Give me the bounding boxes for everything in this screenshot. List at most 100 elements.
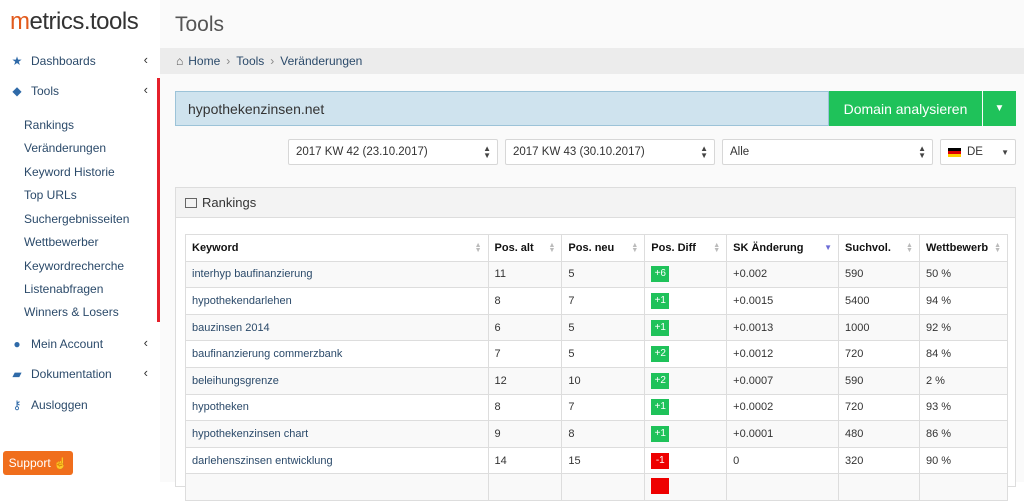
domain-analyze-button[interactable]: Domain analysieren <box>829 91 982 126</box>
germany-flag-icon <box>948 147 961 157</box>
column-header-keyword[interactable]: Keyword ▲ ▼ <box>185 234 489 262</box>
sidebar-item-dashboards[interactable]: ★ Dashboards ‹ <box>10 51 152 71</box>
pos-diff-badge: +1 <box>651 425 670 442</box>
sk-aenderung-cell: +0.0015 <box>726 287 840 315</box>
sk-aenderung-cell: +0.002 <box>726 260 840 289</box>
suchvol-cell: 720 <box>838 340 920 368</box>
main-content: Tools ⌂ Home › Tools › Veränderungen hyp… <box>160 0 1024 501</box>
keyword-cell[interactable]: hypotheken <box>185 393 489 422</box>
wettbewerb-cell <box>918 473 1009 501</box>
table-row: hypothekenzinsen chart 9 8 +1 +0.0001 48… <box>185 420 1009 448</box>
sk-aenderung-cell: +0.0002 <box>726 393 840 422</box>
support-label: Support <box>8 456 51 470</box>
sort-icon: ▲ ▼ <box>994 242 1001 254</box>
domain-search-row: hypothekenzinsen.net Domain analysieren … <box>175 91 1016 126</box>
select-arrows-icon: ▲ ▼ <box>483 144 491 160</box>
keyword-cell[interactable]: darlehenszinsen entwicklung <box>185 446 489 475</box>
table-row: darlehenszinsen entwicklung 14 15 -1 0 3… <box>185 446 1009 475</box>
sidebar-item-tools[interactable]: ◆ Tools ‹ <box>10 81 152 101</box>
pos-diff-badge <box>651 477 670 494</box>
pos-diff-cell <box>644 473 728 501</box>
sidebar-item-ausloggen[interactable]: ⚷ Ausloggen <box>10 395 152 415</box>
sidebar-subitem-keywordrecherche[interactable]: Keywordrecherche <box>24 259 124 273</box>
hand-pointer-icon: ☝ <box>53 457 68 470</box>
pos-neu-cell <box>561 473 646 501</box>
page-title: Tools <box>175 13 225 36</box>
pos-alt-cell <box>487 473 563 501</box>
sidebar-subitem-veraenderungen[interactable]: Veränderungen <box>24 141 106 155</box>
sidebar-subitem-top-urls[interactable]: Top URLs <box>24 188 77 202</box>
column-header-pos-neu[interactable]: Pos. neu ▲ ▼ <box>561 234 646 262</box>
rankings-table: Keyword ▲ ▼ Pos. alt ▲ ▼ Pos. neu ▲ ▼ Pos. Dif… <box>185 234 1009 501</box>
breadcrumb-separator-icon: › <box>270 54 275 68</box>
table-row: beleihungsgrenze 12 10 +2 +0.0007 590 2 … <box>185 366 1009 395</box>
keyword-cell[interactable] <box>185 473 489 501</box>
sidebar-subitem-winners-losers[interactable]: Winners & Losers <box>24 305 119 319</box>
column-header-sk-aenderung[interactable]: SK Änderung ▼ <box>726 234 840 262</box>
pos-alt-cell: 7 <box>487 340 563 368</box>
pos-neu-cell: 5 <box>561 260 646 289</box>
domain-input[interactable]: hypothekenzinsen.net <box>175 91 829 126</box>
select-value: 2017 KW 42 (23.10.2017) <box>296 146 428 158</box>
sort-icon: ▲ ▼ <box>713 242 721 254</box>
pos-alt-cell: 8 <box>487 393 563 422</box>
breadcrumb: ⌂ Home › Tools › Veränderungen <box>160 48 1024 74</box>
pos-diff-badge: +1 <box>651 399 670 416</box>
column-header-wettbewerb[interactable]: Wettbewerb ▲ ▼ <box>918 234 1009 262</box>
keyword-cell[interactable]: baufinanzierung commerzbank <box>185 340 489 368</box>
suchvol-cell: 5400 <box>838 287 920 315</box>
breadcrumb-home[interactable]: Home <box>188 54 220 68</box>
chevron-left-icon: ‹ <box>143 335 148 350</box>
table-row: hypothekendarlehen 8 7 +1 +0.0015 5400 9… <box>185 287 1009 315</box>
keyword-cell[interactable]: hypothekendarlehen <box>185 287 489 315</box>
column-header-pos-diff[interactable]: Pos. Diff ▲ ▼ <box>644 234 728 262</box>
select-value: 2017 KW 43 (30.10.2017) <box>513 146 645 158</box>
keyword-cell[interactable]: interhyp baufinanzierung <box>185 260 489 289</box>
table-row: hypotheken 8 7 +1 +0.0002 720 93 % <box>185 393 1009 422</box>
select-arrows-icon: ▲ ▼ <box>918 144 926 160</box>
week-new-select[interactable]: 2017 KW 43 (30.10.2017) ▲ ▼ <box>505 139 715 165</box>
pos-diff-cell: +1 <box>644 420 728 448</box>
sidebar-subitem-rankings[interactable]: Rankings <box>24 118 74 132</box>
sidebar-item-label: Dokumentation <box>31 367 112 381</box>
column-header-pos-alt[interactable]: Pos. alt ▲ ▼ <box>487 234 563 262</box>
breadcrumb-tools[interactable]: Tools <box>236 54 264 68</box>
sk-aenderung-cell: +0.0013 <box>726 313 840 342</box>
week-old-select[interactable]: 2017 KW 42 (23.10.2017) ▲ ▼ <box>288 139 498 165</box>
pos-diff-cell: +1 <box>644 287 728 315</box>
country-select[interactable]: DE ▼ <box>940 139 1016 165</box>
column-header-suchvol[interactable]: Suchvol. ▲ ▼ <box>838 234 920 262</box>
select-value: Alle <box>730 146 750 158</box>
support-button[interactable]: Support ☝ <box>3 451 73 475</box>
sidebar-item-label: Dashboards <box>31 54 96 68</box>
keyword-cell[interactable]: bauzinsen 2014 <box>185 313 489 342</box>
sidebar-subitem-keyword-historie[interactable]: Keyword Historie <box>24 165 115 179</box>
dropdown-caret-icon[interactable]: ▼ <box>983 91 1016 126</box>
keyword-cell[interactable]: beleihungsgrenze <box>185 366 489 395</box>
pos-neu-cell: 10 <box>561 366 646 395</box>
wettbewerb-cell: 92 % <box>918 313 1009 342</box>
breadcrumb-current[interactable]: Veränderungen <box>280 54 362 68</box>
wettbewerb-cell: 84 % <box>918 340 1009 368</box>
chevron-left-icon: ‹ <box>143 365 148 380</box>
table-row <box>185 473 1009 501</box>
wettbewerb-cell: 90 % <box>918 446 1009 475</box>
pos-diff-badge: +2 <box>651 346 670 363</box>
sk-aenderung-cell: 0 <box>726 446 840 475</box>
pos-alt-cell: 8 <box>487 287 563 315</box>
select-arrows-icon: ▲ ▼ <box>700 144 708 160</box>
sidebar-item-mein-account[interactable]: ● Mein Account ‹ <box>10 334 152 354</box>
sidebar-subitem-listenabfragen[interactable]: Listenabfragen <box>24 282 103 296</box>
folder-open-icon: ▰ <box>12 367 22 381</box>
sidebar-subitem-wettbewerber[interactable]: Wettbewerber <box>24 235 98 249</box>
sort-desc-icon: ▼ <box>824 243 833 252</box>
key-icon: ⚷ <box>12 398 22 412</box>
filter-select[interactable]: Alle ▲ ▼ <box>722 139 933 165</box>
keyword-cell[interactable]: hypothekenzinsen chart <box>185 420 489 448</box>
sk-aenderung-cell: +0.0001 <box>726 420 840 448</box>
wettbewerb-cell: 93 % <box>918 393 1009 422</box>
sidebar-subitem-suchergebnisseiten[interactable]: Suchergebnisseiten <box>24 212 129 226</box>
rankings-panel: Rankings Keyword ▲ ▼ Pos. alt ▲ ▼ Pos. neu ▲ ▼… <box>175 187 1016 501</box>
logo[interactable]: metrics.tools <box>10 8 139 36</box>
sidebar-item-dokumentation[interactable]: ▰ Dokumentation ‹ <box>10 364 152 384</box>
